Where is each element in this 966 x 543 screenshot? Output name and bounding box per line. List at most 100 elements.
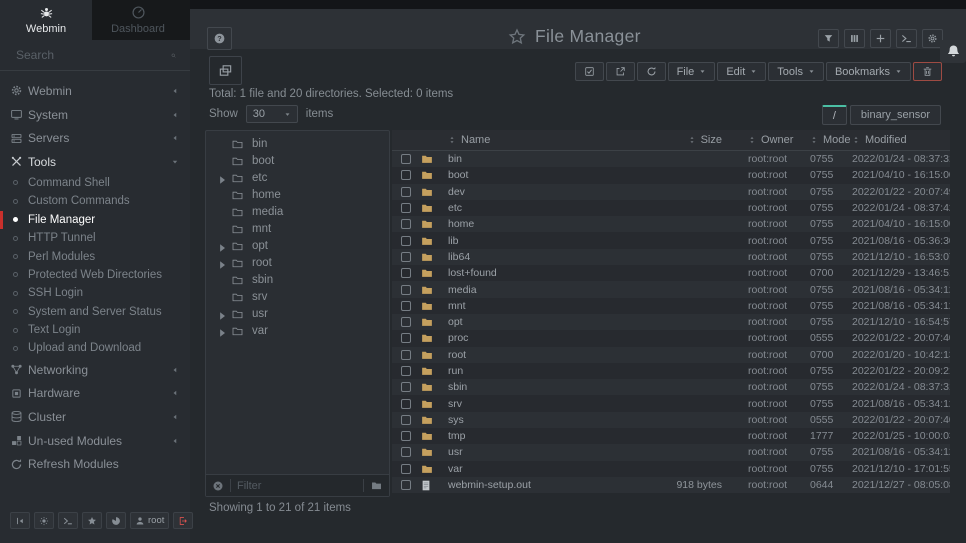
filter-button[interactable] bbox=[818, 29, 839, 48]
file-name[interactable]: proc bbox=[448, 332, 638, 344]
table-row-etc[interactable]: etcroot:root07552022/01/24 - 08:37:42 bbox=[392, 200, 950, 216]
sidebar-item-protected-web-directories[interactable]: Protected Web Directories bbox=[0, 266, 190, 284]
new-window-button[interactable] bbox=[209, 56, 242, 85]
terminal-button[interactable] bbox=[896, 29, 917, 48]
sidebar-item-custom-commands[interactable]: Custom Commands bbox=[0, 192, 190, 210]
row-checkbox[interactable] bbox=[401, 447, 411, 457]
row-checkbox[interactable] bbox=[401, 431, 411, 441]
tools-menu-button[interactable]: Tools bbox=[768, 62, 824, 81]
file-name[interactable]: home bbox=[448, 218, 638, 230]
user-menu-button[interactable]: root bbox=[130, 512, 169, 529]
reload-button[interactable] bbox=[637, 62, 666, 81]
row-checkbox[interactable] bbox=[401, 268, 411, 278]
sidebar-item-upload-and-download[interactable]: Upload and Download bbox=[0, 339, 190, 357]
table-row-home[interactable]: homeroot:root07552021/04/10 - 16:15:00 bbox=[392, 216, 950, 232]
favorites-button[interactable] bbox=[82, 512, 102, 529]
table-row-dev[interactable]: devroot:root07552022/01/22 - 20:07:49 bbox=[392, 184, 950, 200]
table-row-srv[interactable]: srvroot:root07552021/08/16 - 05:34:12 bbox=[392, 395, 950, 411]
file-name[interactable]: mnt bbox=[448, 300, 638, 312]
file-name[interactable]: webmin-setup.out bbox=[448, 479, 638, 491]
delete-button[interactable] bbox=[913, 62, 942, 81]
tree-item-sbin[interactable]: sbin bbox=[206, 271, 389, 288]
table-row-var[interactable]: varroot:root07552021/12/10 - 17:01:55 bbox=[392, 461, 950, 477]
file-name[interactable]: run bbox=[448, 365, 638, 377]
sidebar-item-perl-modules[interactable]: Perl Modules bbox=[0, 247, 190, 265]
row-checkbox[interactable] bbox=[401, 154, 411, 164]
select-all-button[interactable] bbox=[575, 62, 604, 81]
search-icon[interactable] bbox=[171, 49, 176, 62]
bookmarks-menu-button[interactable]: Bookmarks bbox=[826, 62, 911, 81]
tree-item-home[interactable]: home bbox=[206, 186, 389, 203]
file-name[interactable]: lost+found bbox=[448, 267, 638, 279]
file-menu-button[interactable]: File bbox=[668, 62, 716, 81]
table-row-lost-found[interactable]: lost+foundroot:root07002021/12/29 - 13:4… bbox=[392, 265, 950, 281]
sidebar-item-command-shell[interactable]: Command Shell bbox=[0, 174, 190, 192]
tree-filter-input[interactable] bbox=[237, 480, 357, 492]
table-row-root[interactable]: rootroot:root07002022/01/20 - 10:42:13 bbox=[392, 347, 950, 363]
help-button[interactable]: ? bbox=[207, 27, 232, 50]
page-size-select[interactable]: 30 bbox=[246, 105, 298, 123]
row-checkbox[interactable] bbox=[401, 236, 411, 246]
theme-toggle-button[interactable] bbox=[34, 512, 54, 529]
column-header-owner[interactable]: Owner bbox=[730, 134, 804, 146]
column-header-modified[interactable]: Modified bbox=[848, 134, 950, 146]
row-checkbox[interactable] bbox=[401, 219, 411, 229]
tree-item-bin[interactable]: bin bbox=[206, 135, 389, 152]
file-name[interactable]: var bbox=[448, 463, 638, 475]
table-row-boot[interactable]: bootroot:root07552021/04/10 - 16:15:00 bbox=[392, 167, 950, 183]
row-checkbox[interactable] bbox=[401, 382, 411, 392]
tree-item-opt[interactable]: opt bbox=[206, 237, 389, 254]
row-checkbox[interactable] bbox=[401, 350, 411, 360]
sidebar-item-servers[interactable]: Servers bbox=[0, 126, 190, 150]
file-name[interactable]: sbin bbox=[448, 381, 638, 393]
tree-item-boot[interactable]: boot bbox=[206, 152, 389, 169]
export-button[interactable] bbox=[606, 62, 635, 81]
table-row-bin[interactable]: binroot:root07552022/01/24 - 08:37:31 bbox=[392, 151, 950, 167]
expand-arrow-icon[interactable] bbox=[216, 174, 228, 182]
row-checkbox[interactable] bbox=[401, 187, 411, 197]
row-checkbox[interactable] bbox=[401, 399, 411, 409]
shell-button[interactable] bbox=[58, 512, 78, 529]
expand-arrow-icon[interactable] bbox=[216, 310, 228, 318]
sidebar-item-networking[interactable]: Networking bbox=[0, 358, 190, 382]
row-checkbox[interactable] bbox=[401, 203, 411, 213]
sidebar-item-tools[interactable]: Tools bbox=[0, 150, 190, 174]
sidebar-item-text-login[interactable]: Text Login bbox=[0, 321, 190, 339]
file-name[interactable]: srv bbox=[448, 398, 638, 410]
row-checkbox[interactable] bbox=[401, 480, 411, 490]
search-input[interactable] bbox=[0, 48, 171, 62]
row-checkbox[interactable] bbox=[401, 285, 411, 295]
table-row-tmp[interactable]: tmproot:root17772022/01/25 - 10:00:03 bbox=[392, 428, 950, 444]
table-row-opt[interactable]: optroot:root07552021/12/10 - 16:54:57 bbox=[392, 314, 950, 330]
sidebar-item-system-and-server-status[interactable]: System and Server Status bbox=[0, 302, 190, 320]
table-row-webmin-setup-out[interactable]: webmin-setup.out918 bytesroot:root064420… bbox=[392, 477, 950, 493]
row-checkbox[interactable] bbox=[401, 252, 411, 262]
column-header-name[interactable]: Name bbox=[448, 134, 638, 146]
tab-dashboard[interactable]: Dashboard bbox=[92, 0, 184, 40]
file-name[interactable]: usr bbox=[448, 446, 638, 458]
edit-menu-button[interactable]: Edit bbox=[717, 62, 766, 81]
breadcrumb-binary-sensor[interactable]: binary_sensor bbox=[850, 105, 941, 125]
row-checkbox[interactable] bbox=[401, 301, 411, 311]
sidebar-item-ssh-login[interactable]: SSH Login bbox=[0, 284, 190, 302]
table-row-media[interactable]: mediaroot:root07552021/08/16 - 05:34:12 bbox=[392, 281, 950, 297]
tree-item-etc[interactable]: etc bbox=[206, 169, 389, 186]
file-name[interactable]: media bbox=[448, 284, 638, 296]
row-checkbox[interactable] bbox=[401, 464, 411, 474]
table-row-usr[interactable]: usrroot:root07552021/08/16 - 05:34:12 bbox=[392, 444, 950, 460]
file-name[interactable]: boot bbox=[448, 169, 638, 181]
file-name[interactable]: opt bbox=[448, 316, 638, 328]
expand-arrow-icon[interactable] bbox=[216, 242, 228, 250]
column-header-mode[interactable]: Mode bbox=[804, 134, 848, 146]
sort-icon[interactable] bbox=[688, 135, 696, 145]
file-name[interactable]: lib bbox=[448, 235, 638, 247]
expand-arrow-icon[interactable] bbox=[216, 327, 228, 335]
file-name[interactable]: root bbox=[448, 349, 638, 361]
table-row-proc[interactable]: procroot:root05552022/01/22 - 20:07:40 bbox=[392, 330, 950, 346]
sort-icon[interactable] bbox=[810, 135, 818, 145]
tree-item-srv[interactable]: srv bbox=[206, 288, 389, 305]
usage-button[interactable] bbox=[106, 512, 126, 529]
table-row-sbin[interactable]: sbinroot:root07552022/01/24 - 08:37:31 bbox=[392, 379, 950, 395]
file-name[interactable]: tmp bbox=[448, 430, 638, 442]
sidebar-item-refresh-modules[interactable]: Refresh Modules bbox=[0, 452, 190, 476]
